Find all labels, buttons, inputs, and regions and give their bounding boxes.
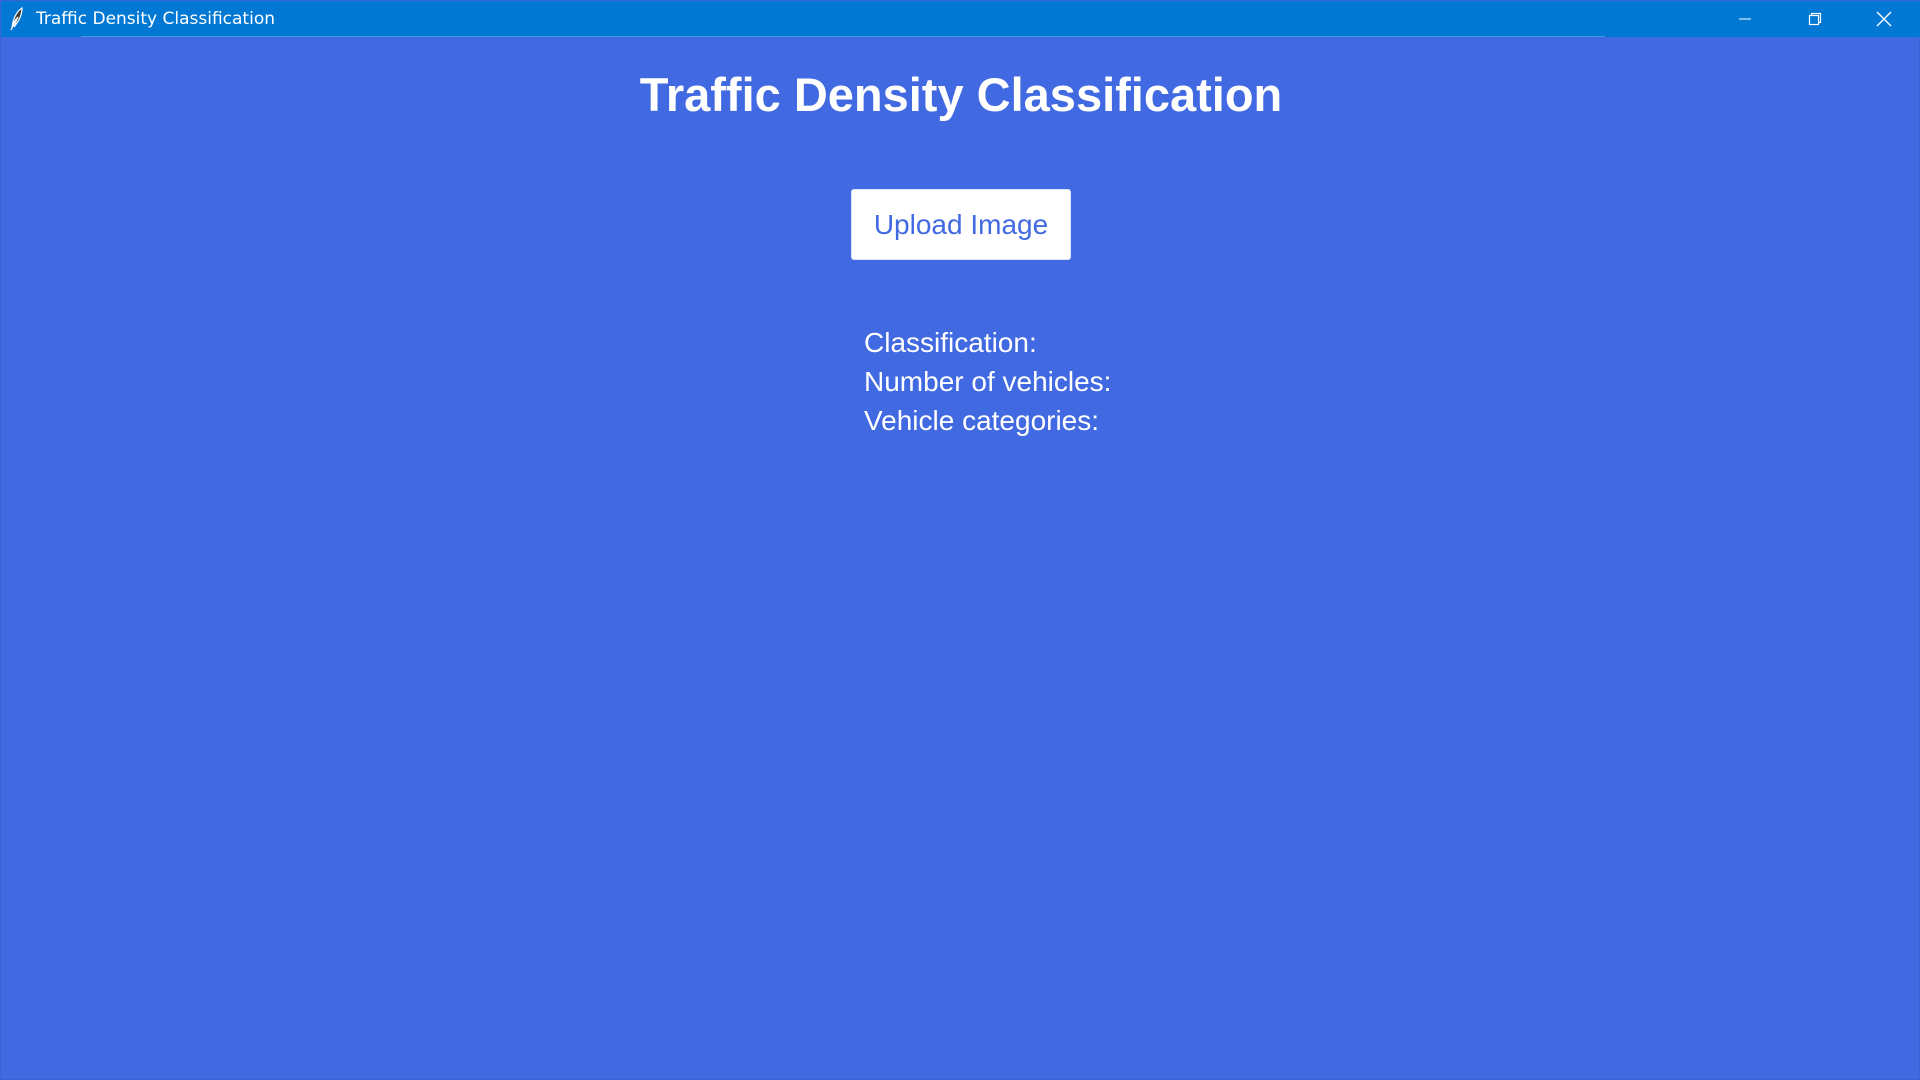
upload-image-button[interactable]: Upload Image [851, 189, 1071, 260]
close-button[interactable] [1849, 1, 1919, 37]
vehicle-count-label: Number of vehicles: [864, 366, 1112, 397]
app-window: Traffic Density Classification Traffic D… [0, 0, 1920, 1080]
maximize-button[interactable] [1780, 1, 1850, 37]
page-title: Traffic Density Classification [639, 68, 1283, 121]
restore-icon [1808, 12, 1822, 26]
vehicle-categories-label: Vehicle categories: [864, 405, 1100, 436]
title-bar-divider [81, 36, 1605, 37]
window-title: Traffic Density Classification [36, 9, 275, 29]
title-bar[interactable]: Traffic Density Classification [1, 1, 1920, 37]
results-panel: Classification: Number of vehicles: Vehi… [864, 323, 1111, 440]
minimize-button[interactable] [1710, 1, 1780, 37]
close-icon [1876, 11, 1892, 27]
feather-icon [7, 6, 27, 31]
minimize-icon [1738, 12, 1752, 26]
classification-label: Classification: [864, 327, 1037, 358]
